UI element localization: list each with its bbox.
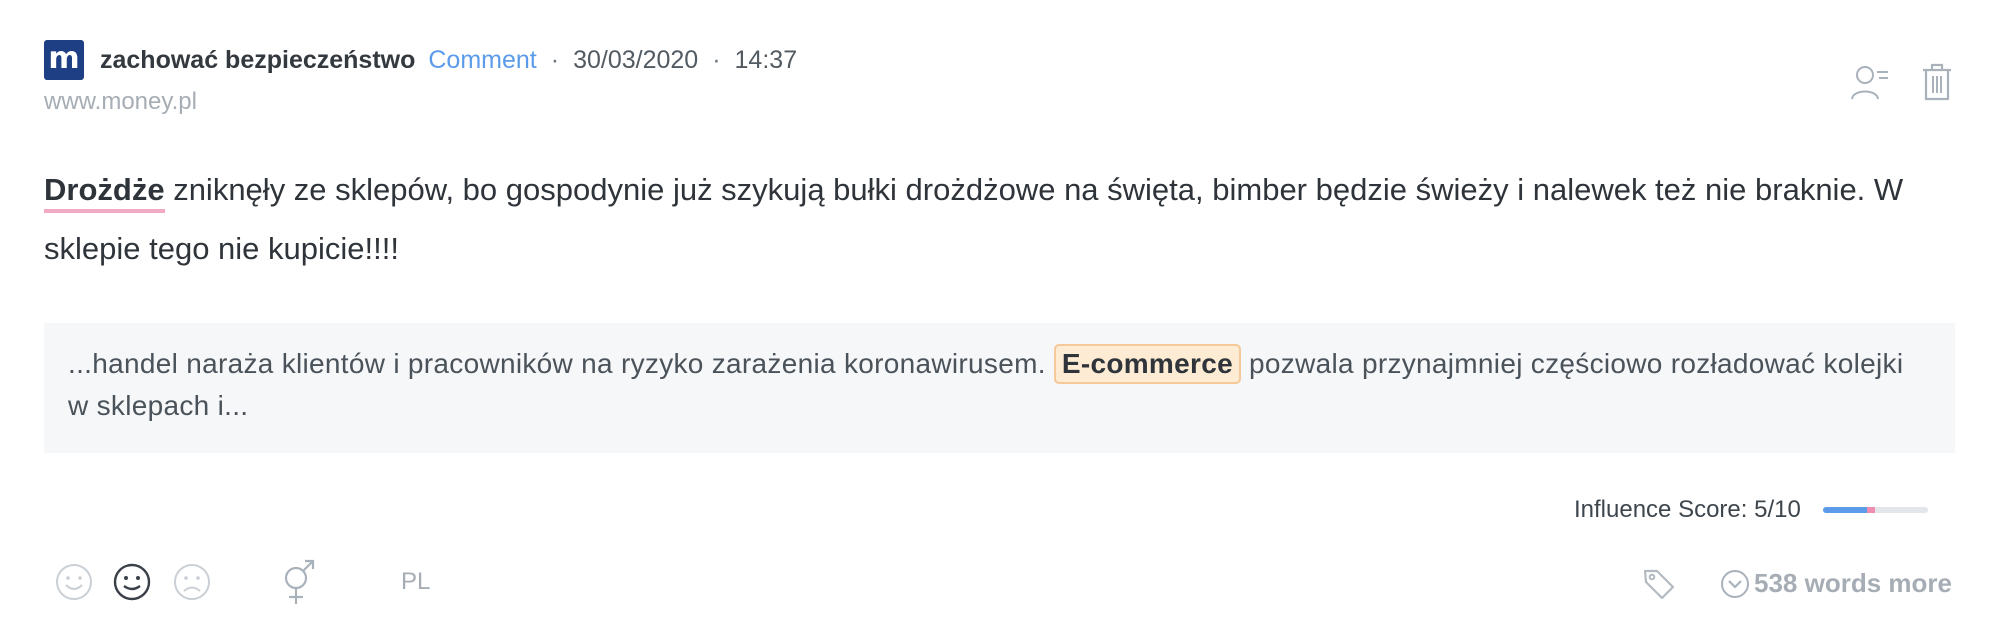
- sentiment-neutral-icon[interactable]: [112, 562, 152, 602]
- show-more-label: 538 words more: [1754, 568, 1952, 598]
- mention-card: m zachować bezpieczeństwo Comment · 30/0…: [0, 0, 1999, 642]
- influence-score-bar: [1822, 507, 1928, 513]
- tag-icon[interactable]: [1642, 567, 1676, 601]
- mention-content: Drożdże zniknęły ze sklepów, bo gospodyn…: [44, 160, 1964, 278]
- influence-score-label: Influence Score: 5/10: [1574, 496, 1801, 523]
- keyword-match: Drożdże: [44, 172, 165, 213]
- expand-circle-icon: [1721, 569, 1749, 598]
- sentiment-negative-icon[interactable]: [172, 562, 212, 602]
- mention-type: Comment: [428, 45, 537, 74]
- mention-date: 30/03/2020: [573, 45, 699, 74]
- snippet-highlight: E-commerce: [1053, 344, 1241, 384]
- show-more-button[interactable]: 538 words more: [1720, 568, 1952, 599]
- mention-text: zniknęły ze sklepów, bo gospodynie już s…: [44, 172, 1904, 266]
- sentiment-positive-icon[interactable]: [54, 562, 94, 602]
- source-logo-icon: m: [44, 40, 84, 80]
- gender-icon[interactable]: [279, 558, 319, 606]
- trash-icon[interactable]: [1921, 62, 1953, 102]
- snippet-before: ...handel naraża klientów i pracowników …: [68, 348, 1054, 379]
- influence-score: Influence Score: 5/10: [1574, 496, 1928, 524]
- language-code[interactable]: PL: [401, 568, 430, 596]
- separator-dot: ·: [712, 45, 721, 74]
- mention-header: m zachować bezpieczeństwo Comment · 30/0…: [44, 40, 797, 80]
- context-snippet: ...handel naraża klientów i pracowników …: [44, 323, 1955, 453]
- assign-user-icon[interactable]: [1850, 64, 1890, 102]
- mention-time: 14:37: [734, 45, 798, 74]
- author-name[interactable]: zachować bezpieczeństwo: [100, 46, 415, 75]
- separator-dot: ·: [550, 45, 560, 74]
- source-url[interactable]: www.money.pl: [44, 88, 197, 116]
- influence-score-marker: [1867, 507, 1876, 513]
